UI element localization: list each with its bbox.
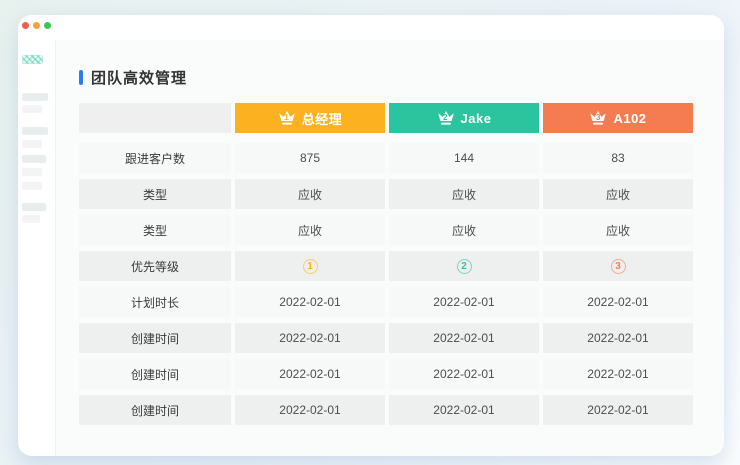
window-minimize-button[interactable]: [33, 22, 40, 29]
column-header-label: A102: [613, 111, 646, 126]
table-cell: 应收: [389, 179, 539, 209]
table-cell: 2022-02-01: [235, 395, 385, 425]
sidebar-placeholder-bar: [22, 140, 42, 148]
table-header-row: 1 总经理 2 Jake 3 A102: [79, 103, 693, 133]
table-corner-cell: [79, 103, 231, 133]
row-label: 计划时长: [79, 287, 231, 317]
crown-rank-number: 1: [278, 114, 296, 122]
priority-rank-badge: 1: [303, 259, 318, 274]
table-cell: 应收: [389, 215, 539, 245]
crown-rank-number: 3: [589, 114, 607, 122]
table-row: 创建时间2022-02-012022-02-012022-02-01: [79, 395, 693, 425]
table-cell: 2022-02-01: [235, 359, 385, 389]
row-label: 类型: [79, 215, 231, 245]
table-row: 计划时长2022-02-012022-02-012022-02-01: [79, 287, 693, 317]
table-cell: 应收: [543, 215, 693, 245]
sidebar: [18, 40, 55, 456]
page-title-text: 团队高效管理: [91, 67, 187, 88]
row-label: 创建时间: [79, 395, 231, 425]
crown-rank-number: 2: [437, 114, 455, 122]
table-cell: 2022-02-01: [389, 359, 539, 389]
column-header-label: Jake: [461, 111, 492, 126]
table-row: 创建时间2022-02-012022-02-012022-02-01: [79, 359, 693, 389]
table-cell: 2022-02-01: [235, 287, 385, 317]
table-cell: 2022-02-01: [543, 395, 693, 425]
table-cell: 2022-02-01: [543, 323, 693, 353]
table-row: 类型应收应收应收: [79, 215, 693, 245]
sidebar-placeholder-bar: [22, 105, 42, 113]
window-close-button[interactable]: [22, 22, 29, 29]
table-cell: 2022-02-01: [389, 323, 539, 353]
sidebar-placeholder-bar: [22, 182, 42, 190]
table-cell: 1: [235, 251, 385, 281]
sidebar-placeholder-bar: [22, 168, 42, 176]
column-header-3[interactable]: 3 A102: [543, 103, 693, 133]
table-cell: 144: [389, 143, 539, 173]
table-cell: 应收: [235, 179, 385, 209]
row-label: 优先等级: [79, 251, 231, 281]
table-cell: 2022-02-01: [543, 287, 693, 317]
table-body: 跟进客户数87514483类型应收应收应收类型应收应收应收优先等级123计划时长…: [79, 143, 693, 425]
column-header-1[interactable]: 1 总经理: [235, 103, 385, 133]
title-accent-bar: [79, 70, 83, 85]
sidebar-logo-icon: [22, 55, 43, 64]
row-label: 跟进客户数: [79, 143, 231, 173]
table-cell: 83: [543, 143, 693, 173]
main-content: 团队高效管理 1总经理2Jake3A102 跟进客户数87514483类型应收应…: [55, 40, 724, 456]
sidebar-placeholder-bar: [22, 155, 46, 163]
priority-rank-badge: 2: [457, 259, 472, 274]
table-cell: 3: [543, 251, 693, 281]
table-cell: 2022-02-01: [389, 395, 539, 425]
crown-icon: 1: [278, 110, 296, 126]
window-zoom-button[interactable]: [44, 22, 51, 29]
sidebar-placeholder-bar: [22, 127, 48, 135]
column-header-2[interactable]: 2 Jake: [389, 103, 539, 133]
row-label: 创建时间: [79, 359, 231, 389]
sidebar-placeholder-bar: [22, 215, 40, 223]
row-label: 创建时间: [79, 323, 231, 353]
priority-rank-badge: 3: [611, 259, 626, 274]
sidebar-placeholder-bar: [22, 93, 48, 101]
desktop-background: { "window": { "traffic_lights": [ { "nam…: [0, 0, 740, 465]
table-cell: 875: [235, 143, 385, 173]
team-table: 1总经理2Jake3A102 跟进客户数87514483类型应收应收应收类型应收…: [79, 103, 693, 431]
table-cell: 2022-02-01: [389, 287, 539, 317]
row-label: 类型: [79, 179, 231, 209]
crown-icon: 2: [437, 110, 455, 126]
table-cell: 2: [389, 251, 539, 281]
page-title: 团队高效管理: [79, 67, 187, 88]
table-row: 类型应收应收应收: [79, 179, 693, 209]
table-row: 跟进客户数87514483: [79, 143, 693, 173]
table-row: 优先等级 1 2 3: [79, 251, 693, 281]
table-cell: 2022-02-01: [543, 359, 693, 389]
sidebar-placeholder-bar: [22, 203, 46, 211]
table-cell: 2022-02-01: [235, 323, 385, 353]
table-cell: 应收: [543, 179, 693, 209]
window-titlebar: [18, 15, 724, 40]
table-cell: 应收: [235, 215, 385, 245]
app-window: 团队高效管理 1总经理2Jake3A102 跟进客户数87514483类型应收应…: [18, 15, 724, 456]
column-header-label: 总经理: [302, 109, 343, 128]
table-row: 创建时间2022-02-012022-02-012022-02-01: [79, 323, 693, 353]
crown-icon: 3: [589, 110, 607, 126]
